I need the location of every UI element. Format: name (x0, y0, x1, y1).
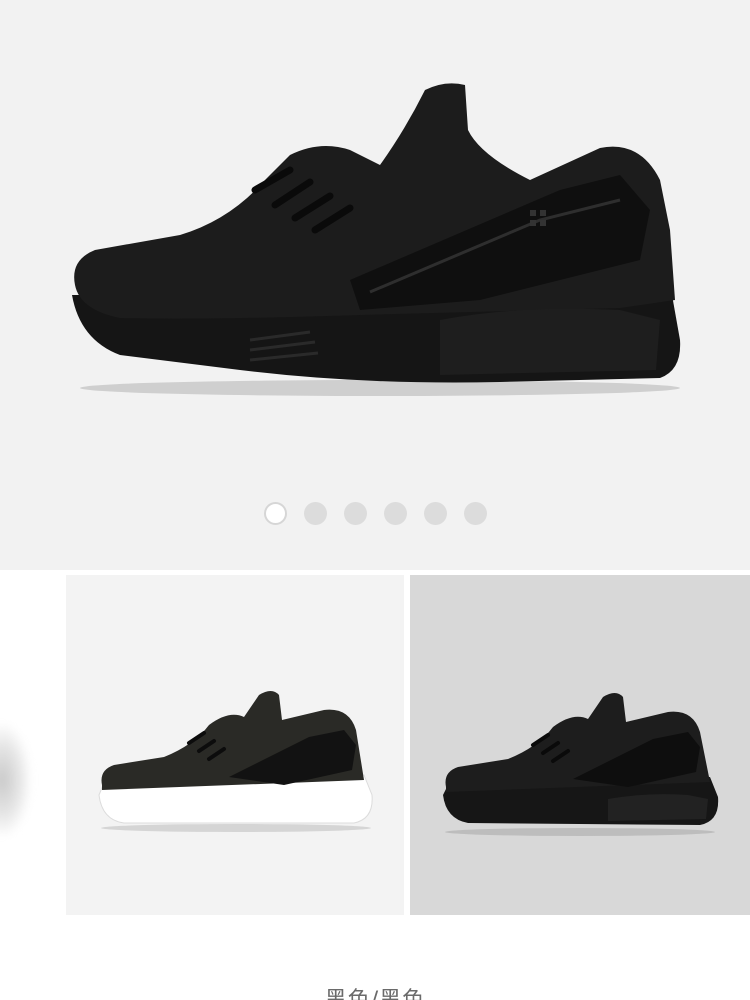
carousel-dot-3[interactable] (343, 501, 367, 525)
carousel-pagination (0, 500, 750, 526)
carousel-dot-2[interactable] (303, 501, 327, 525)
carousel-dot-1[interactable] (263, 501, 287, 525)
white-sneaker-partial-icon (0, 725, 30, 835)
black-white-sneaker-icon (98, 691, 373, 832)
carousel-dot-4[interactable] (383, 501, 407, 525)
colorway-swatch-white-partial[interactable] (0, 575, 60, 915)
product-image-black-sneaker (72, 83, 681, 396)
selected-colorway-label: 黑色/黑色 (0, 982, 750, 1000)
product-hero-gallery[interactable] (0, 0, 750, 570)
colorway-swatch-all-black[interactable] (410, 575, 750, 915)
all-black-sneaker-icon (443, 693, 719, 836)
carousel-dot-5[interactable] (423, 501, 447, 525)
carousel-dot-6[interactable] (463, 501, 487, 525)
colorway-swatch-black-white[interactable] (66, 575, 404, 915)
colorway-carousel[interactable] (0, 575, 750, 915)
